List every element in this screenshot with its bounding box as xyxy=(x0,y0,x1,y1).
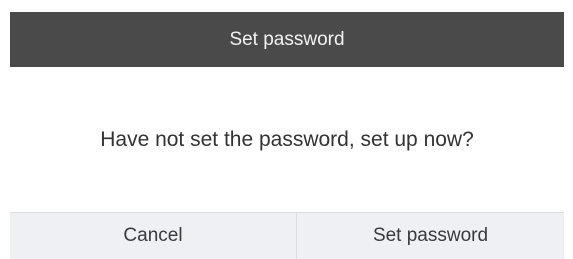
set-password-dialog: Set password Have not set the password, … xyxy=(10,12,564,259)
dialog-title: Set password xyxy=(229,28,345,50)
dialog-message: Have not set the password, set up now? xyxy=(100,127,474,151)
dialog-actions: Cancel Set password xyxy=(10,212,564,259)
dialog-body: Have not set the password, set up now? xyxy=(10,67,564,212)
dialog-header: Set password xyxy=(10,12,564,67)
set-password-button[interactable]: Set password xyxy=(296,213,564,259)
cancel-button[interactable]: Cancel xyxy=(10,213,296,259)
